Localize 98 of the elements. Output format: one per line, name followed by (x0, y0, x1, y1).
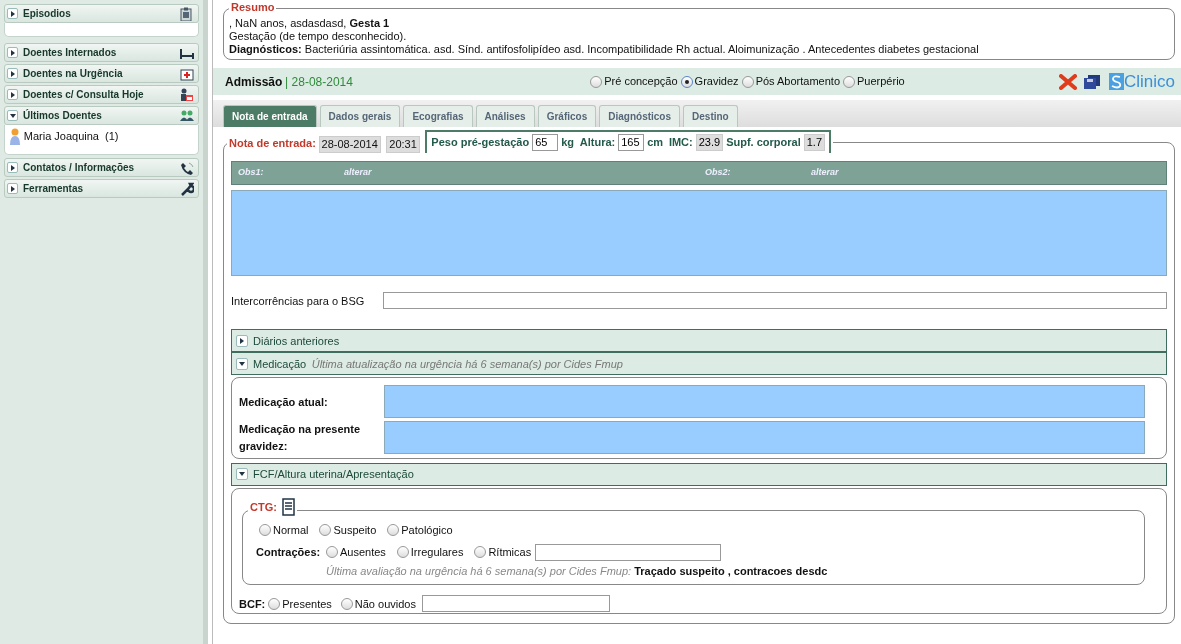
sidebar-section-header[interactable]: Doentes na Urgência (4, 64, 199, 83)
sidebar-section-header[interactable]: Doentes Internados (4, 43, 199, 62)
logo-mark-icon (1108, 73, 1124, 90)
section-header[interactable]: Diários anteriores (231, 329, 1167, 353)
section-header[interactable]: FCF/Altura uterina/Apresentação (231, 462, 1167, 486)
expand-toggle[interactable] (7, 68, 18, 79)
section-legend: CTG: (250, 499, 277, 516)
caret-icon (238, 336, 246, 345)
readonly-field: 1.7 (803, 134, 825, 151)
radio-option[interactable]: Presentes (265, 595, 332, 612)
text-field[interactable] (421, 595, 610, 613)
caret-icon (8, 69, 17, 78)
patient-item[interactable]: Maria Joaquina (1) (9, 128, 194, 146)
unit-label: cm (647, 135, 664, 151)
field-label: Contrações: (256, 545, 321, 560)
save-icon[interactable] (1082, 73, 1101, 90)
caret-icon (8, 90, 17, 99)
person-icon (9, 128, 21, 146)
logo: Clinico (1108, 68, 1175, 95)
form-date: | 28-08-2014 (285, 73, 353, 91)
section-title: Episodios (23, 7, 72, 21)
note-label: Obs1: (237, 166, 265, 179)
radio-option[interactable]: Pós Abortamento (738, 73, 840, 90)
section-header[interactable]: Medicação Última atualização na urgência há 6 semana(s) por Cides Fmup (231, 352, 1167, 376)
field-label: Intercorrências para o BSG (231, 293, 366, 309)
number-field[interactable]: 65 (532, 134, 559, 151)
section-title: Contatos / Informações (23, 161, 136, 175)
expand-toggle[interactable] (7, 110, 18, 121)
note-label: Obs2: (704, 166, 732, 179)
radio-option[interactable]: Suspeito (316, 521, 377, 539)
text-field[interactable] (535, 543, 722, 561)
radio-option[interactable]: Normal (256, 521, 309, 539)
number-field[interactable]: 165 (618, 134, 645, 151)
wrench-icon (180, 181, 194, 196)
radio-option[interactable]: Puerpério (840, 73, 905, 90)
tab[interactable]: Gráficos (537, 105, 597, 127)
time-field[interactable]: 20:31 (386, 136, 420, 153)
summary-line: Gestação (de tempo desconhecido). (229, 30, 408, 43)
close-icon[interactable] (1058, 73, 1077, 90)
expand-toggle[interactable] (236, 334, 248, 347)
measure-label: Altura: (579, 135, 616, 151)
section-title: Doentes na Urgência (23, 67, 124, 81)
caret-icon (8, 48, 17, 57)
summary-line: , NaN anos, asdasdasd, Gesta 1 (229, 17, 391, 30)
medical-kit-icon (180, 66, 194, 81)
text-field[interactable] (383, 292, 1167, 310)
sidebar-section-header[interactable]: Doentes c/ Consulta Hoje (4, 85, 199, 104)
radio-option[interactable]: Irregulares (393, 544, 464, 561)
radio-option[interactable]: Não ouvidos (337, 595, 416, 612)
readonly-field: 23.9 (695, 134, 724, 151)
radio-option[interactable]: Pré concepção (587, 73, 678, 90)
tab[interactable]: Análises (475, 105, 535, 127)
expand-toggle[interactable] (7, 47, 18, 58)
tab[interactable]: Dados gerais (319, 105, 401, 127)
expand-toggle[interactable] (236, 468, 248, 481)
phone-icon (180, 160, 194, 175)
measure-label: IMC: (668, 135, 693, 151)
radio-option[interactable]: Patológico (384, 521, 453, 539)
radio-option[interactable]: Rítmicas (471, 544, 532, 561)
radio-option[interactable]: Ausentes (322, 544, 386, 561)
sidebar-section-header[interactable]: Últimos Doentes (4, 106, 199, 125)
expand-toggle[interactable] (236, 357, 248, 370)
measure-label: Supf. corporal (726, 135, 801, 151)
clipboard-icon (180, 6, 194, 21)
caret-icon (8, 163, 17, 172)
update-note: Última atualização na urgência há 6 semana(s) por Cides Fmup (311, 356, 623, 372)
field-label: BCF: (239, 596, 266, 612)
form-title: Admissão (225, 73, 283, 91)
radio-option[interactable]: Gravidez (677, 73, 739, 90)
tab[interactable]: Nota de entrada (223, 105, 317, 127)
section-title: Doentes c/ Consulta Hoje (23, 88, 145, 102)
expand-toggle[interactable] (7, 162, 18, 173)
caret-icon (8, 111, 17, 120)
sidebar-section-header[interactable]: Episodios (4, 4, 199, 23)
evaluation-note: Última avaliação na urgência há 6 semana(s) por Cides Fmup: Traçado suspeito , contracoes desdc (325, 563, 829, 579)
tab[interactable]: Destino (683, 105, 738, 127)
caret-icon (8, 9, 17, 18)
section-title: Últimos Doentes (23, 108, 103, 123)
section-title: Ferramentas (23, 182, 85, 196)
field-label: Medicação na presente gravidez: (239, 422, 362, 454)
tab[interactable]: Diagnósticos (599, 105, 681, 127)
caret-icon (238, 359, 246, 368)
section-title: Doentes Internados (23, 46, 118, 60)
measure-label: Peso pré-gestação (431, 135, 530, 151)
date-field[interactable]: 28-08-2014 (318, 136, 381, 153)
expand-toggle[interactable] (7, 8, 18, 19)
caret-icon (8, 184, 17, 193)
summary-line: Diagnósticos: Bacteriúria assintomática. asd. Sínd. antifosfolipídeo asd. Incompatibilidade Rh actual. Aloimunização . Antecedentes diabetes gestacional (229, 43, 980, 56)
sidebar-section-header[interactable]: Ferramentas (4, 179, 199, 198)
field-label: Medicação atual: (239, 394, 329, 410)
unit-label: kg (561, 135, 575, 151)
users-icon (180, 108, 194, 123)
expand-toggle[interactable] (7, 89, 18, 100)
field-label: Nota de entrada: (229, 135, 316, 151)
patient-calendar-icon (180, 87, 194, 102)
tab[interactable]: Ecografias (403, 105, 473, 127)
sidebar-section-header[interactable]: Contatos / Informações (4, 158, 199, 177)
expand-toggle[interactable] (7, 183, 18, 194)
